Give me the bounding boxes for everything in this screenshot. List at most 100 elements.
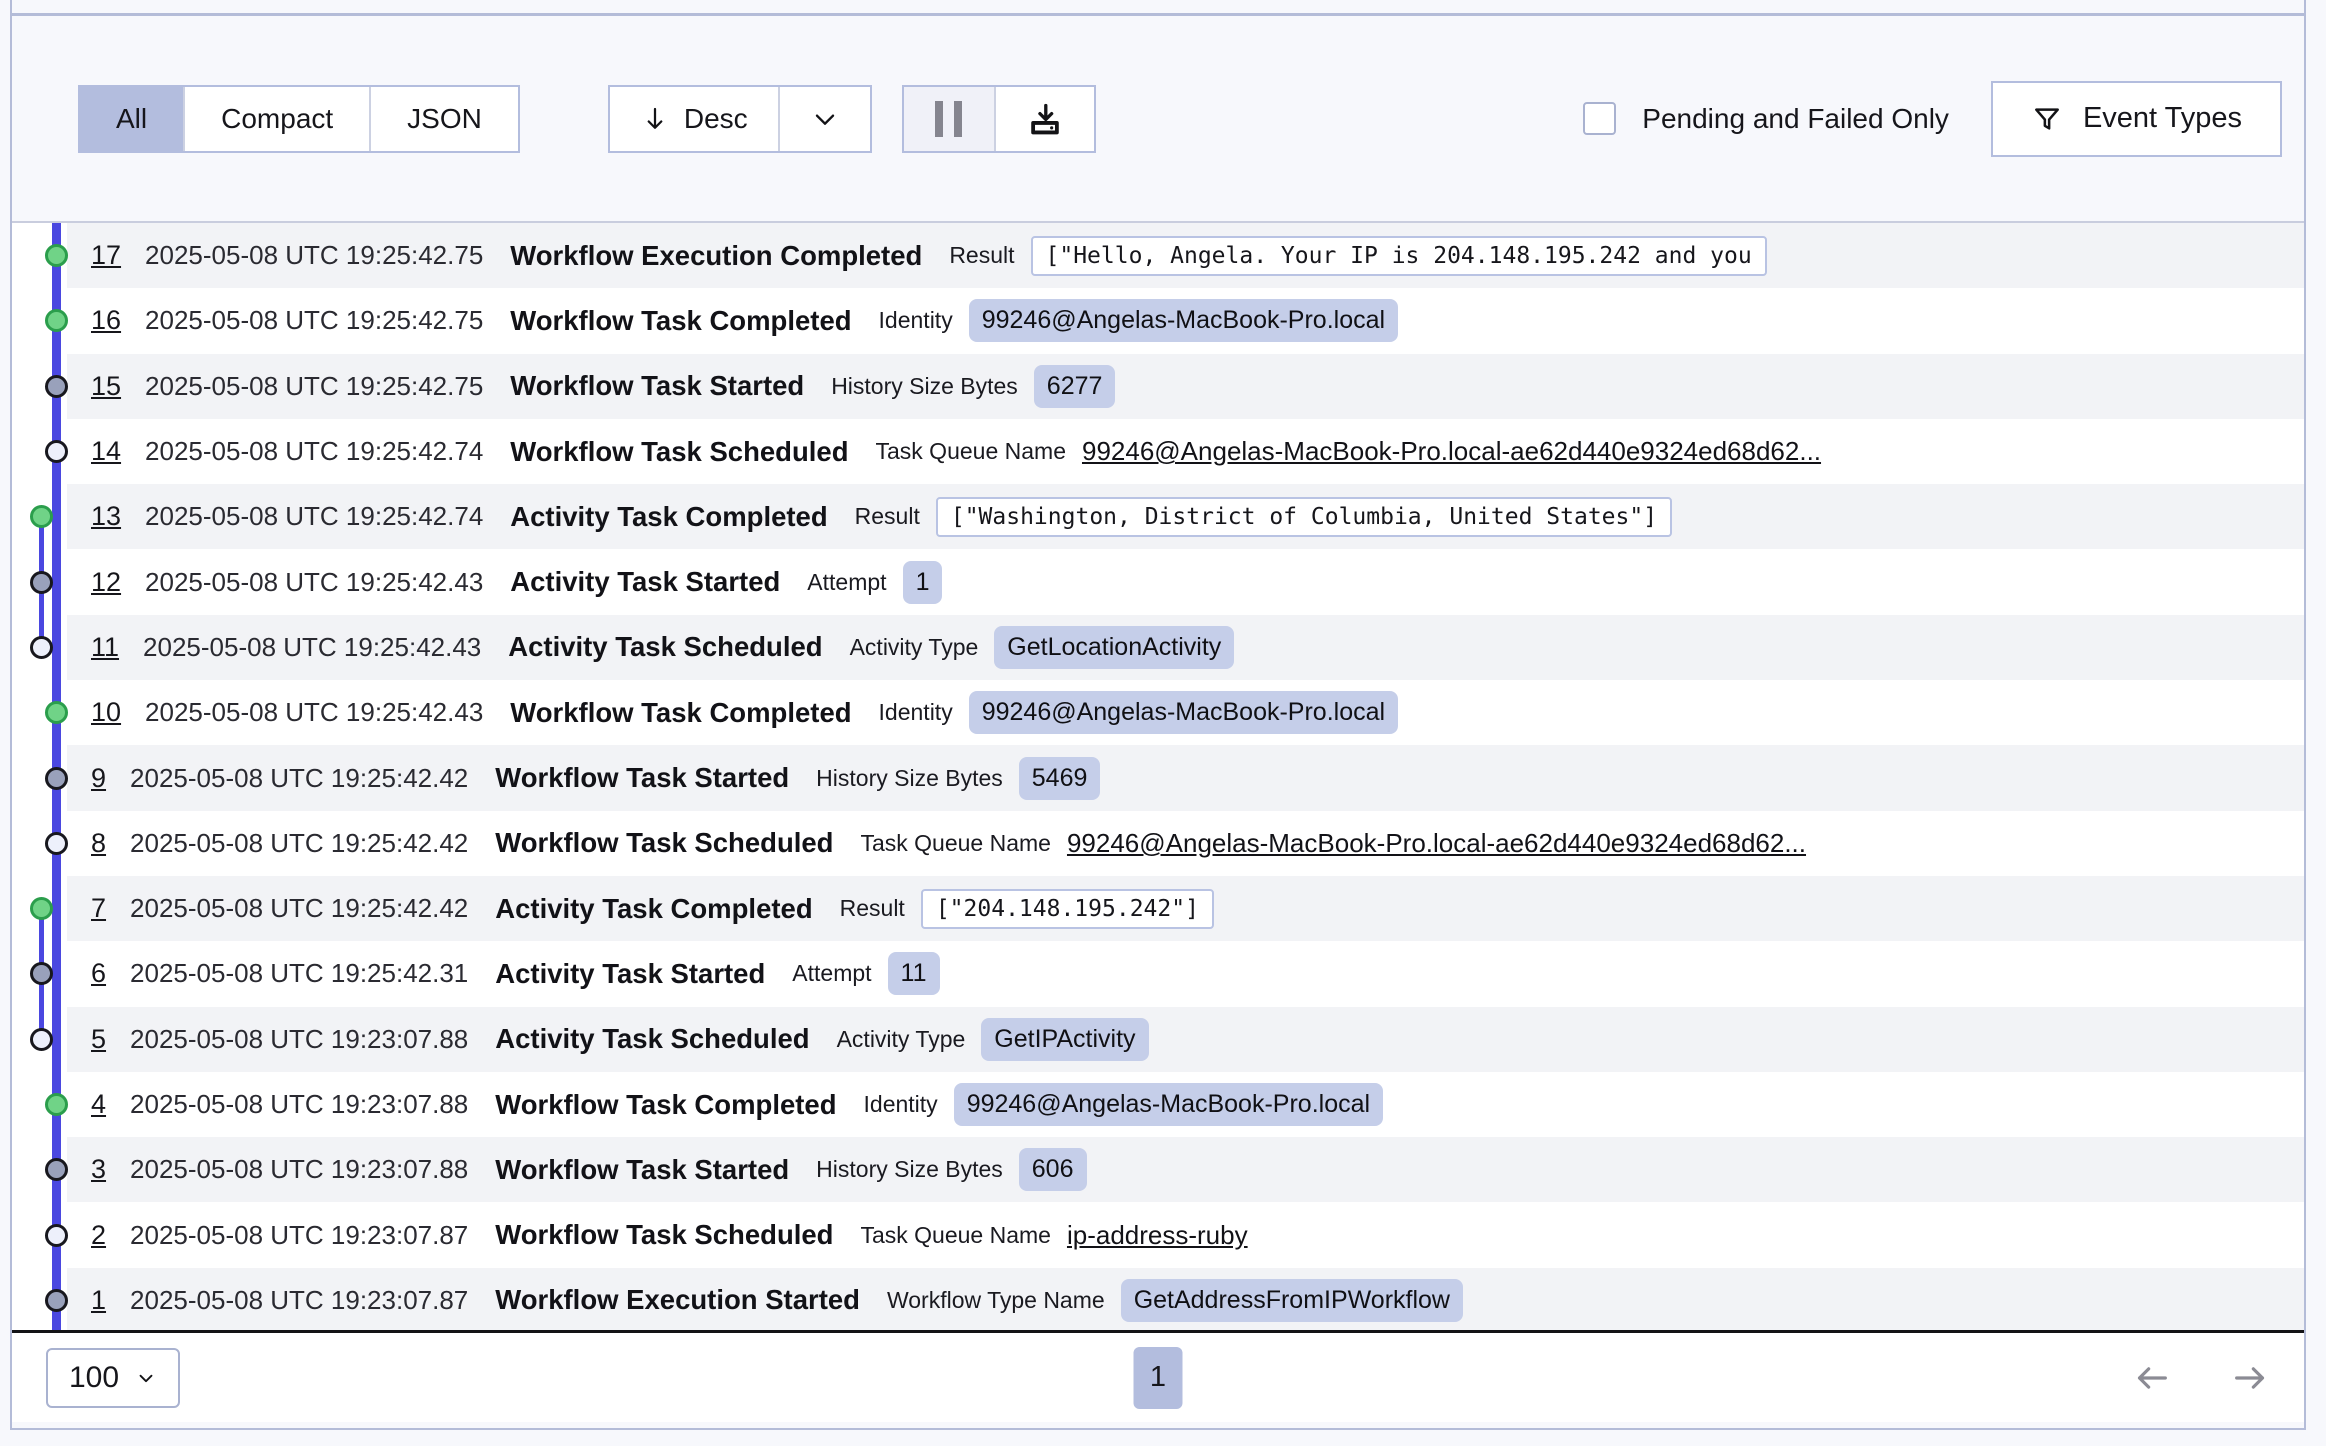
top-divider	[12, 0, 2304, 16]
event-result-box: ["Hello, Angela. Your IP is 204.148.195.…	[1031, 236, 1767, 276]
event-row[interactable]: 92025-05-08 UTC 19:25:42.42Workflow Task…	[67, 745, 2304, 810]
event-timestamp: 2025-05-08 UTC 19:23:07.88	[130, 1089, 468, 1120]
event-attribute-label: Workflow Type Name	[887, 1287, 1105, 1314]
tab-all[interactable]: All	[80, 87, 183, 151]
event-name: Workflow Task Started	[495, 1154, 789, 1186]
event-timestamp: 2025-05-08 UTC 19:25:42.42	[130, 763, 468, 794]
event-row[interactable]: 72025-05-08 UTC 19:25:42.42Activity Task…	[67, 876, 2304, 941]
event-attribute-label: History Size Bytes	[831, 373, 1018, 400]
event-row[interactable]: 4 2025-05-08 UTC 19:23:07.88 Workflow Task…	[67, 1072, 2304, 1137]
event-attribute-label: Identity	[864, 1091, 938, 1118]
pause-icon	[935, 101, 962, 137]
event-status-dot-gray	[30, 571, 53, 594]
event-name: Workflow Task Completed	[495, 1089, 836, 1121]
event-id-link[interactable]: 6	[91, 958, 106, 989]
event-id-link[interactable]: 12	[91, 567, 121, 598]
event-status-dot-hollow	[45, 440, 68, 463]
event-timestamp: 2025-05-08 UTC 19:25:42.75	[145, 305, 483, 336]
event-status-dot-green	[45, 701, 68, 724]
event-status-dot-gray	[45, 1158, 68, 1181]
event-id-link[interactable]: 10	[91, 697, 121, 728]
event-row[interactable]: 22025-05-08 UTC 19:23:07.87Workflow Task…	[67, 1202, 2304, 1267]
event-name: Activity Task Started	[495, 958, 765, 990]
event-row[interactable]: 82025-05-08 UTC 19:25:42.42Workflow Task…	[67, 811, 2304, 876]
chevron-down-icon	[809, 103, 841, 135]
event-attribute-label: Result	[949, 242, 1014, 269]
event-id-link[interactable]: 2	[91, 1220, 106, 1251]
event-row[interactable]: 32025-05-08 UTC 19:23:07.88Workflow Task…	[67, 1137, 2304, 1202]
page-size-value: 100	[69, 1361, 119, 1395]
event-timestamp: 2025-05-08 UTC 19:23:07.87	[130, 1285, 468, 1316]
event-row[interactable]: 142025-05-08 UTC 19:25:42.74Workflow Tas…	[67, 419, 2304, 484]
event-status-dot-green	[45, 1093, 68, 1116]
event-id-link[interactable]: 7	[91, 893, 106, 924]
event-id-link[interactable]: 4	[91, 1089, 106, 1120]
event-result-box: ["Washington, District of Columbia, Unit…	[936, 497, 1672, 537]
event-name: Activity Task Scheduled	[508, 631, 822, 663]
event-id-link[interactable]: 9	[91, 763, 106, 794]
event-id-link[interactable]: 3	[91, 1154, 106, 1185]
filter-funnel-icon	[2031, 103, 2063, 135]
event-attribute-label: Task Queue Name	[860, 1222, 1050, 1249]
event-row[interactable]: 16 2025-05-08 UTC 19:25:42.75 Workflow Tas…	[67, 288, 2304, 353]
event-name: Workflow Task Completed	[510, 305, 851, 337]
event-id-link[interactable]: 17	[91, 240, 121, 271]
pause-button[interactable]	[904, 87, 994, 151]
task-queue-link[interactable]: 99246@Angelas-MacBook-Pro.local-ae62d440…	[1082, 436, 1821, 467]
event-row[interactable]: 112025-05-08 UTC 19:25:42.43Activity Tas…	[67, 615, 2304, 680]
event-timestamp: 2025-05-08 UTC 19:25:42.43	[145, 697, 483, 728]
event-attribute-label: History Size Bytes	[816, 765, 1003, 792]
event-status-dot-hollow	[45, 1224, 68, 1247]
sort-label: Desc	[684, 103, 748, 135]
previous-page-button[interactable]	[2132, 1358, 2172, 1398]
tab-compact[interactable]: Compact	[183, 87, 369, 151]
task-queue-link[interactable]: ip-address-ruby	[1067, 1220, 1248, 1251]
task-queue-link[interactable]: 99246@Angelas-MacBook-Pro.local-ae62d440…	[1067, 828, 1806, 859]
event-attribute-label: Result	[840, 895, 905, 922]
event-row[interactable]: 102025-05-08 UTC 19:25:42.43Workflow Tas…	[67, 680, 2304, 745]
event-id-link[interactable]: 14	[91, 436, 121, 467]
event-row[interactable]: 1 2025-05-08 UTC 19:23:07.87 Workflow Exec…	[67, 1268, 2304, 1333]
arrow-right-icon	[2230, 1358, 2270, 1398]
event-id-link[interactable]: 1	[91, 1285, 106, 1316]
event-history-toolbar: All Compact JSON Desc	[12, 16, 2304, 223]
event-history-panel: All Compact JSON Desc	[10, 0, 2306, 1430]
event-attribute-badge: GetLocationActivity	[994, 626, 1234, 669]
event-types-button[interactable]: Event Types	[1991, 81, 2282, 157]
event-timestamp: 2025-05-08 UTC 19:25:42.42	[130, 828, 468, 859]
event-attribute-badge: GetAddressFromIPWorkflow	[1121, 1279, 1463, 1322]
download-button[interactable]	[994, 87, 1094, 151]
event-attribute-badge: 99246@Angelas-MacBook-Pro.local	[954, 1083, 1383, 1126]
page-size-select[interactable]: 100	[46, 1348, 180, 1408]
current-page-button[interactable]: 1	[1134, 1347, 1183, 1409]
page-nav	[2132, 1358, 2270, 1398]
event-id-link[interactable]: 13	[91, 501, 121, 532]
event-row[interactable]: 52025-05-08 UTC 19:23:07.88Activity Task…	[67, 1007, 2304, 1072]
event-name: Workflow Execution Started	[495, 1284, 860, 1316]
event-row[interactable]: 132025-05-08 UTC 19:25:42.74Activity Tas…	[67, 484, 2304, 549]
event-row[interactable]: 172025-05-08 UTC 19:25:42.75Workflow Exe…	[67, 223, 2304, 288]
pending-failed-checkbox[interactable]	[1583, 102, 1616, 135]
sort-desc-button[interactable]: Desc	[610, 87, 778, 151]
event-status-dot-green	[45, 244, 68, 267]
event-status-dot-gray	[45, 767, 68, 790]
event-id-link[interactable]: 8	[91, 828, 106, 859]
sort-expand-button[interactable]	[778, 87, 870, 151]
event-name: Workflow Task Scheduled	[495, 1219, 833, 1251]
event-id-link[interactable]: 11	[91, 632, 119, 663]
tab-json[interactable]: JSON	[369, 87, 518, 151]
event-attribute-label: Identity	[879, 699, 953, 726]
event-id-link[interactable]: 15	[91, 371, 121, 402]
event-row[interactable]: 122025-05-08 UTC 19:25:42.43Activity Tas…	[67, 549, 2304, 614]
download-icon	[1026, 100, 1064, 138]
event-attribute-label: Result	[855, 503, 920, 530]
sort-order-control: Desc	[608, 85, 872, 153]
event-id-link[interactable]: 16	[91, 305, 121, 336]
event-history-list: 172025-05-08 UTC 19:25:42.75Workflow Exe…	[12, 223, 2304, 1333]
next-page-button[interactable]	[2230, 1358, 2270, 1398]
event-id-link[interactable]: 5	[91, 1024, 106, 1055]
event-row[interactable]: 152025-05-08 UTC 19:25:42.75Workflow Tas…	[67, 354, 2304, 419]
event-row[interactable]: 62025-05-08 UTC 19:25:42.31Activity Task…	[67, 941, 2304, 1006]
event-name: Activity Task Started	[510, 566, 780, 598]
event-result-box: ["204.148.195.242"]	[921, 889, 1214, 929]
